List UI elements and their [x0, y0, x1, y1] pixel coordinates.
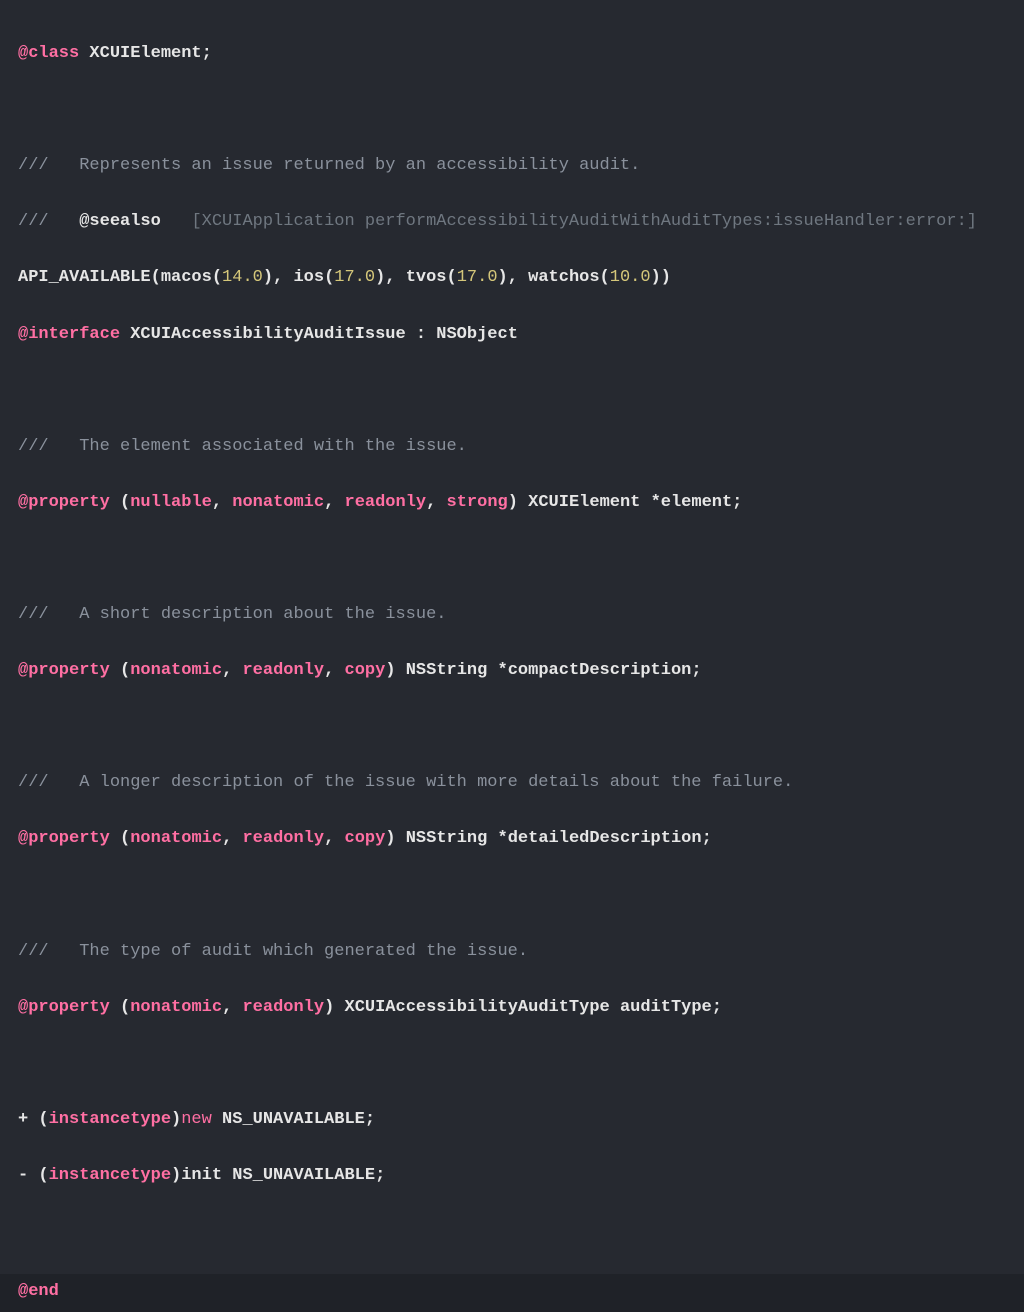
code-line: /// A short description about the issue.: [18, 601, 1006, 629]
attr-nonatomic: nonatomic: [232, 493, 324, 512]
code-line: - (instancetype)init NS_UNAVAILABLE;: [18, 1162, 1006, 1190]
type-instancetype: instancetype: [49, 1166, 171, 1185]
attr-copy: copy: [345, 661, 386, 680]
doc-tag: @seealso: [79, 212, 161, 231]
keyword-property: @property: [18, 998, 110, 1017]
code-line: /// The type of audit which generated th…: [18, 938, 1006, 966]
property-decl: ) NSString *compactDescription;: [385, 661, 701, 680]
code-line: @property (nonatomic, readonly, copy) NS…: [18, 657, 1006, 685]
code-line: [18, 881, 1006, 909]
code-line: /// @seealso [XCUIApplication performAcc…: [18, 208, 1006, 236]
version-number: 10.0: [610, 268, 651, 287]
attr-strong: strong: [447, 493, 508, 512]
code-line: /// Represents an issue returned by an a…: [18, 152, 1006, 180]
code-line: + (instancetype)new NS_UNAVAILABLE;: [18, 1106, 1006, 1134]
comment: /// The type of audit which generated th…: [18, 942, 528, 961]
code-line: [18, 713, 1006, 741]
property-decl: ) NSString *detailedDescription;: [385, 829, 711, 848]
attr-nonatomic: nonatomic: [130, 829, 222, 848]
comment: ///: [18, 212, 79, 231]
code-line: /// A longer description of the issue wi…: [18, 769, 1006, 797]
interface-decl: XCUIAccessibilityAuditIssue : NSObject: [120, 325, 518, 344]
attr-readonly: readonly: [242, 829, 324, 848]
code-line: [18, 377, 1006, 405]
api-available: API_AVAILABLE(macos(: [18, 268, 222, 287]
code-line: @property (nonatomic, readonly, copy) NS…: [18, 825, 1006, 853]
code-line: @property (nonatomic, readonly) XCUIAcce…: [18, 994, 1006, 1022]
code-line: @interface XCUIAccessibilityAuditIssue :…: [18, 321, 1006, 349]
keyword-interface: @interface: [18, 325, 120, 344]
keyword-property: @property: [18, 661, 110, 680]
keyword-property: @property: [18, 493, 110, 512]
comment: /// The element associated with the issu…: [18, 437, 467, 456]
keyword-class: @class: [18, 44, 79, 63]
code-line: [18, 1218, 1006, 1246]
code-line: [18, 1050, 1006, 1078]
attr-readonly: readonly: [242, 661, 324, 680]
attr-nonatomic: nonatomic: [130, 998, 222, 1017]
code-line: /// The element associated with the issu…: [18, 433, 1006, 461]
type-instancetype: instancetype: [49, 1110, 171, 1129]
property-decl: ) XCUIAccessibilityAuditType auditType;: [324, 998, 722, 1017]
comment: /// A short description about the issue.: [18, 605, 446, 624]
class-name: XCUIElement;: [79, 44, 212, 63]
version-number: 17.0: [334, 268, 375, 287]
comment: /// Represents an issue returned by an a…: [18, 156, 640, 175]
property-decl: ) XCUIElement *element;: [508, 493, 743, 512]
code-line: [18, 545, 1006, 573]
method-new: new: [181, 1110, 212, 1129]
code-editor[interactable]: @class XCUIElement; /// Represents an is…: [0, 0, 1024, 1274]
code-line: @class XCUIElement;: [18, 40, 1006, 68]
version-number: 17.0: [457, 268, 498, 287]
version-number: 14.0: [222, 268, 263, 287]
method-init: )init NS_UNAVAILABLE;: [171, 1166, 385, 1185]
attr-copy: copy: [345, 829, 386, 848]
attr-readonly: readonly: [242, 998, 324, 1017]
attr-readonly: readonly: [345, 493, 427, 512]
end-bar: @end: [0, 1274, 1024, 1312]
attr-nonatomic: nonatomic: [130, 661, 222, 680]
keyword-end: @end: [18, 1282, 59, 1301]
code-line: API_AVAILABLE(macos(14.0), ios(17.0), tv…: [18, 264, 1006, 292]
comment: /// A longer description of the issue wi…: [18, 773, 793, 792]
keyword-property: @property: [18, 829, 110, 848]
comment-ref: [XCUIApplication performAccessibilityAud…: [161, 212, 977, 231]
attr-nullable: nullable: [130, 493, 212, 512]
code-line: [18, 96, 1006, 124]
code-line: @property (nullable, nonatomic, readonly…: [18, 489, 1006, 517]
